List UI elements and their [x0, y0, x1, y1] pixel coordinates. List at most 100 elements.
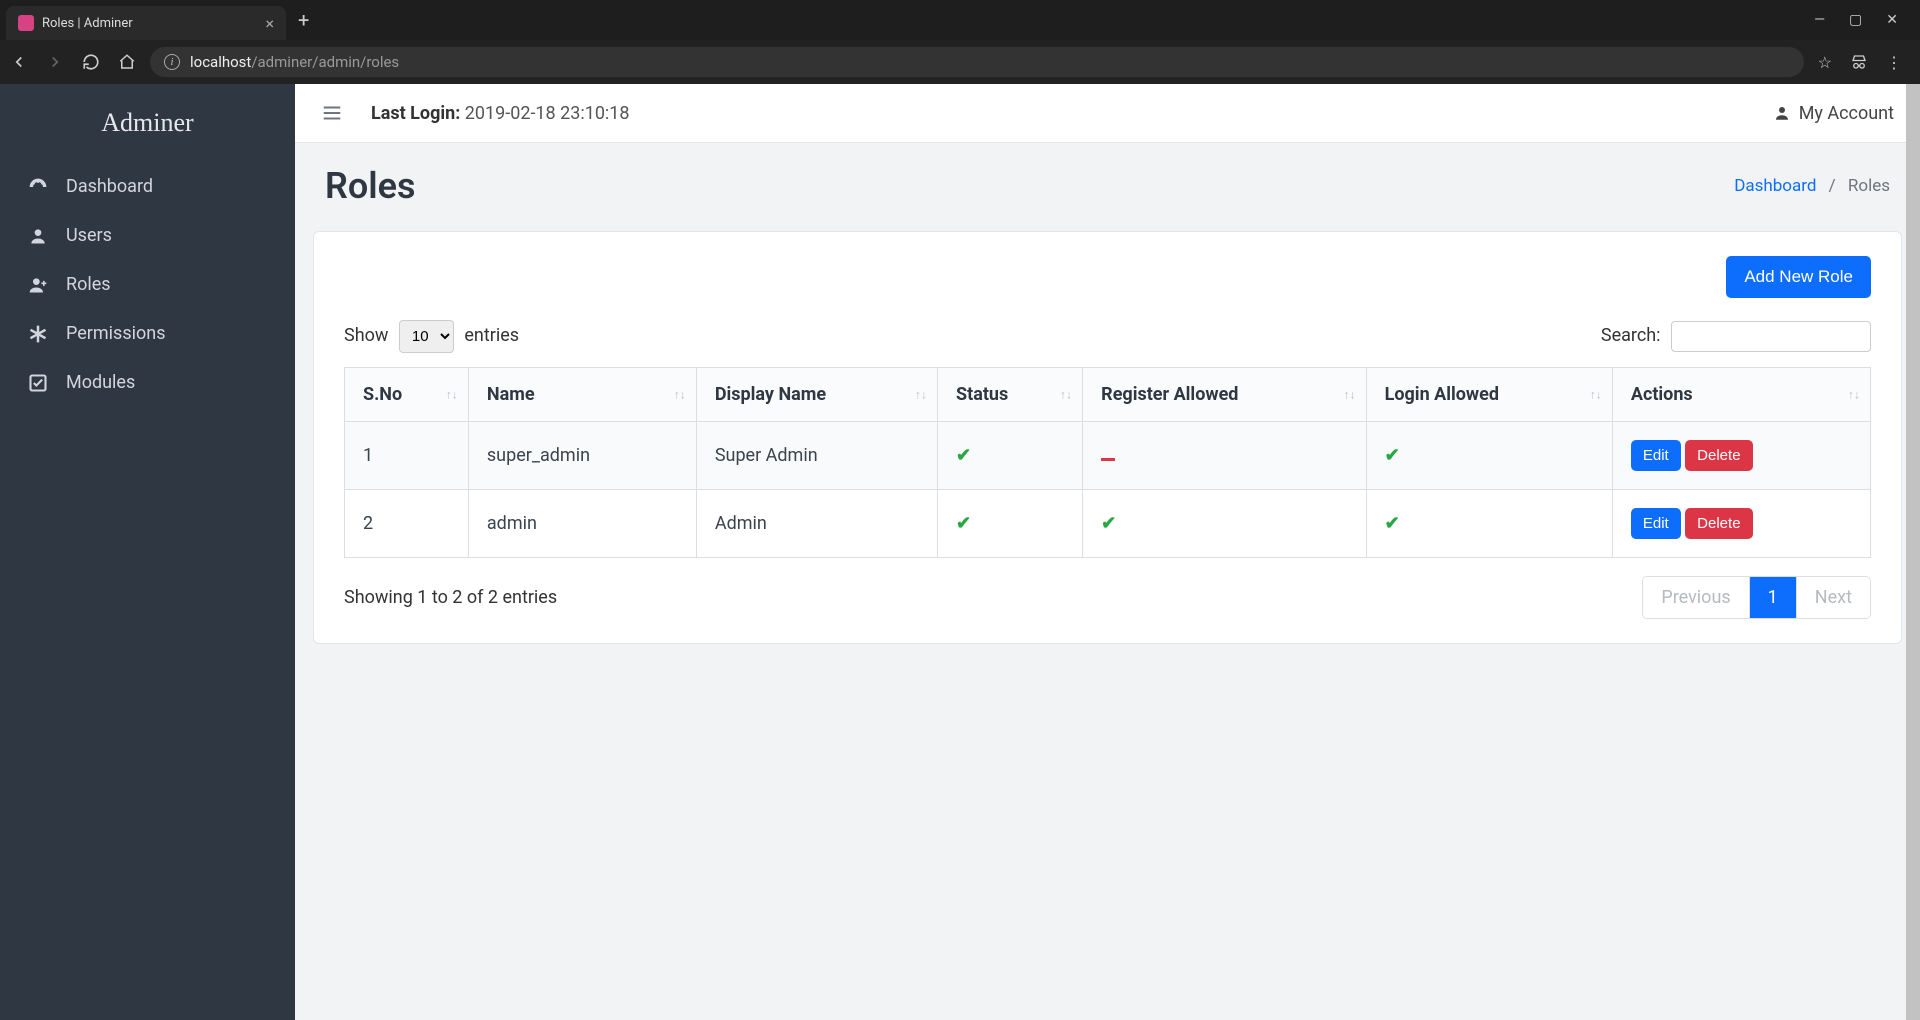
nav-icons — [10, 53, 136, 71]
edit-button[interactable]: Edit — [1631, 440, 1681, 471]
bookmark-icon[interactable]: ☆ — [1818, 53, 1832, 72]
home-icon[interactable] — [118, 53, 136, 71]
site-info-icon[interactable]: i — [164, 54, 180, 70]
search-input[interactable] — [1671, 321, 1871, 352]
sort-icon: ↑↓ — [1060, 391, 1072, 398]
tab-title: Roles | Adminer — [42, 16, 257, 31]
user-icon — [28, 226, 50, 246]
check-icon: ✔ — [1385, 513, 1400, 534]
topbar: Last Login: 2019-02-18 23:10:18 My Accou… — [295, 84, 1920, 143]
cell-actions: Edit Delete — [1612, 422, 1870, 490]
window-controls: — ▢ ✕ — [1814, 12, 1914, 28]
hamburger-icon[interactable] — [321, 102, 343, 124]
sort-icon: ↑↓ — [1344, 391, 1356, 398]
table-row: 2adminAdmin ✔ ✔ ✔ Edit Delete — [345, 490, 1871, 558]
delete-button[interactable]: Delete — [1685, 508, 1752, 539]
browser-chrome: Roles | Adminer × + — ▢ ✕ i localhost/ad… — [0, 0, 1920, 84]
sidebar-item-label: Permissions — [66, 323, 166, 344]
th-status[interactable]: Status↑↓ — [938, 368, 1083, 422]
tab-bar: Roles | Adminer × + — ▢ ✕ — [0, 0, 1920, 40]
table-row: 1super_adminSuper Admin✔✔Edit Delete — [345, 422, 1871, 490]
maximize-icon[interactable]: ▢ — [1849, 12, 1862, 28]
cell-sno: 1 — [345, 422, 469, 490]
th-actions[interactable]: Actions↑↓ — [1612, 368, 1870, 422]
close-window-icon[interactable]: ✕ — [1886, 12, 1898, 28]
last-login-value: 2019-02-18 23:10:18 — [465, 103, 630, 124]
breadcrumb-dashboard[interactable]: Dashboard — [1734, 176, 1816, 196]
sidebar: Adminer Dashboard Users Roles Permission… — [0, 84, 295, 1020]
sidebar-item-users[interactable]: Users — [0, 211, 295, 260]
check-icon: ✔ — [956, 513, 971, 534]
breadcrumb-separator: / — [1829, 176, 1836, 196]
cell-sno: 2 — [345, 490, 469, 558]
sort-icon: ↑↓ — [1590, 391, 1602, 398]
cell-display-name: Super Admin — [696, 422, 937, 490]
th-name[interactable]: Name↑↓ — [468, 368, 696, 422]
entries-select[interactable]: 10 — [399, 320, 454, 353]
main: Last Login: 2019-02-18 23:10:18 My Accou… — [295, 84, 1920, 1020]
scrollbar[interactable] — [1906, 84, 1920, 1020]
user-icon — [1773, 104, 1791, 122]
tab-close-icon[interactable]: × — [265, 14, 274, 33]
sidebar-item-label: Modules — [66, 372, 135, 393]
th-login-allowed[interactable]: Login Allowed↑↓ — [1366, 368, 1612, 422]
browser-tab[interactable]: Roles | Adminer × — [6, 6, 286, 40]
pagination: Previous 1 Next — [1642, 576, 1871, 619]
show-entries: Show 10 entries — [344, 320, 519, 353]
page-header: Roles Dashboard / Roles — [295, 143, 1920, 221]
table-controls: Show 10 entries Search: — [344, 320, 1871, 353]
edit-button[interactable]: Edit — [1631, 508, 1681, 539]
search-label: Search: — [1601, 325, 1661, 346]
breadcrumb: Dashboard / Roles — [1734, 176, 1890, 196]
check-icon: ✔ — [956, 445, 971, 466]
pagination-previous[interactable]: Previous — [1643, 577, 1749, 618]
cell-status: ✔ — [938, 422, 1083, 490]
new-tab-button[interactable]: + — [298, 8, 309, 32]
reload-icon[interactable] — [82, 53, 100, 71]
user-plus-icon — [28, 275, 50, 295]
add-new-role-button[interactable]: Add New Role — [1726, 256, 1871, 298]
cell-actions: Edit Delete — [1612, 490, 1870, 558]
delete-button[interactable]: Delete — [1685, 440, 1752, 471]
table-header-row: S.No↑↓ Name↑↓ Display Name↑↓ Status↑↓ Re… — [345, 368, 1871, 422]
sort-icon: ↑↓ — [674, 391, 686, 398]
url-domain: localhost — [190, 53, 251, 71]
add-button-row: Add New Role — [344, 256, 1871, 298]
my-account-link[interactable]: My Account — [1773, 103, 1894, 124]
th-register-allowed[interactable]: Register Allowed↑↓ — [1083, 368, 1366, 422]
sidebar-item-dashboard[interactable]: Dashboard — [0, 162, 295, 211]
pagination-page-1[interactable]: 1 — [1750, 577, 1797, 618]
sidebar-item-label: Roles — [66, 274, 111, 295]
cell-register-allowed: ✔ — [1083, 490, 1366, 558]
th-display-name[interactable]: Display Name↑↓ — [696, 368, 937, 422]
cell-display-name: Admin — [696, 490, 937, 558]
dashboard-icon — [28, 177, 50, 197]
sidebar-item-permissions[interactable]: Permissions — [0, 309, 295, 358]
cell-name: admin — [468, 490, 696, 558]
browser-right-icons: ☆ ⋮ — [1818, 53, 1910, 72]
minimize-icon[interactable]: — — [1814, 12, 1825, 28]
cell-login-allowed: ✔ — [1366, 422, 1612, 490]
my-account-label: My Account — [1799, 103, 1894, 124]
sidebar-item-label: Dashboard — [66, 176, 153, 197]
sidebar-item-modules[interactable]: Modules — [0, 358, 295, 407]
app: Adminer Dashboard Users Roles Permission… — [0, 84, 1920, 1020]
cell-register-allowed — [1083, 422, 1366, 490]
cell-login-allowed: ✔ — [1366, 490, 1612, 558]
menu-icon[interactable]: ⋮ — [1886, 53, 1902, 72]
cell-name: super_admin — [468, 422, 696, 490]
asterisk-icon — [28, 324, 50, 344]
pagination-next[interactable]: Next — [1797, 577, 1870, 618]
back-icon[interactable] — [10, 53, 28, 71]
card: Add New Role Show 10 entries Search: — [313, 231, 1902, 644]
th-sno[interactable]: S.No↑↓ — [345, 368, 469, 422]
last-login-label: Last Login: — [371, 103, 460, 124]
sort-icon: ↑↓ — [1848, 391, 1860, 398]
sidebar-item-roles[interactable]: Roles — [0, 260, 295, 309]
page-title: Roles — [325, 165, 415, 207]
forward-icon[interactable] — [46, 53, 64, 71]
url-input[interactable]: i localhost/adminer/admin/roles — [150, 47, 1804, 77]
check-square-icon — [28, 373, 50, 393]
show-label-post: entries — [464, 325, 519, 346]
incognito-icon[interactable] — [1850, 53, 1868, 72]
